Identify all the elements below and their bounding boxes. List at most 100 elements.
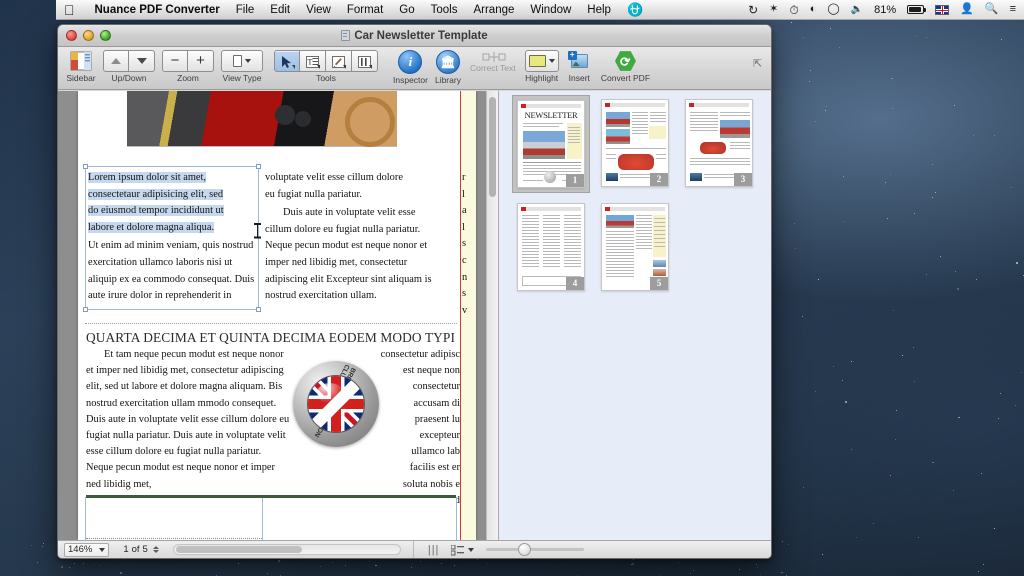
resize-handle-bottom-right[interactable]: [256, 307, 261, 312]
time-machine-icon[interactable]: ↻: [748, 4, 758, 16]
thumbnail-page-5-preview: 5: [601, 203, 669, 291]
select-tool-button[interactable]: [274, 50, 300, 72]
convert-pdf-toolbar-button[interactable]: ⟳ Convert PDF: [601, 50, 650, 83]
library-toolbar-button[interactable]: 🏛 Library: [435, 50, 461, 85]
lower-column-left[interactable]: Et tam neque pecun modut est neque nonor…: [86, 347, 290, 493]
wifi-icon[interactable]: ◐: [810, 4, 817, 15]
document-pane[interactable]: Lorem ipsum dolor sit amet, consectetaur…: [58, 91, 498, 540]
thumbnail-pane[interactable]: NEWSLETTER 1 2 3 4 5: [498, 91, 771, 540]
menu-edit[interactable]: Edit: [262, 0, 298, 20]
body-column-left[interactable]: Lorem ipsum dolor sit amet, consectetaur…: [88, 170, 256, 305]
shape-tool-button[interactable]: [352, 50, 378, 72]
thumbnail-page-4[interactable]: 4: [517, 203, 585, 291]
notification-center-icon[interactable]: ≡: [1010, 4, 1016, 15]
menu-format[interactable]: Format: [339, 0, 391, 20]
insert-toolbar-button[interactable]: + Insert: [567, 50, 590, 83]
lower-right-line-7: ullamco lab: [411, 446, 460, 458]
menu-app-name[interactable]: Nuance PDF Converter: [87, 0, 228, 20]
updown-toolbar-button[interactable]: Up/Down: [103, 50, 155, 83]
inspector-toolbar-label: Inspector: [393, 75, 428, 85]
document-page[interactable]: Lorem ipsum dolor sit amet, consectetaur…: [78, 91, 476, 540]
thumbnail-page-2[interactable]: 2: [601, 99, 669, 189]
columns-icon[interactable]: |||: [428, 544, 440, 556]
zoom-level-dropdown[interactable]: 146%: [64, 542, 110, 557]
resize-handle-bottom-left[interactable]: [83, 307, 88, 312]
script-menu-icon[interactable]: ⛎: [619, 0, 651, 20]
column-shape-icon: [358, 55, 372, 69]
body-column-right[interactable]: voluptate velit esse cillum dolore eu fu…: [265, 170, 433, 305]
viewtype-dropdown[interactable]: [221, 50, 263, 72]
bluetooth-icon[interactable]: ✶: [769, 4, 778, 15]
resize-handle-top-right[interactable]: [256, 164, 261, 169]
zoom-out-button[interactable]: −: [162, 50, 188, 72]
correct-text-toolbar-button[interactable]: Correct Text: [470, 50, 516, 73]
battery-percent-label: 81%: [874, 3, 897, 16]
view-mode-dropdown[interactable]: [450, 544, 475, 555]
sidebar-toolbar-button[interactable]: Sidebar: [66, 50, 96, 83]
selected-paragraph[interactable]: Lorem ipsum dolor sit amet, consectetaur…: [88, 170, 256, 236]
horizontal-scrollbar-thumb[interactable]: [175, 546, 302, 553]
bottom-table-box[interactable]: QUARTA DECIMA ET QUINT: [85, 495, 457, 540]
body-paragraph-right[interactable]: Duis aute in voluptate velit esse cillum…: [265, 205, 433, 305]
application-window: Car Newsletter Template Sidebar Up/Down …: [57, 24, 772, 559]
spotlight-search-icon[interactable]: 🔍: [985, 4, 999, 15]
menu-view[interactable]: View: [298, 0, 339, 20]
correct-text-icon: [482, 50, 506, 62]
inspector-toolbar-button[interactable]: i Inspector: [393, 50, 428, 85]
lower-right-line-9: soluta nobis e: [402, 478, 460, 490]
draw-tool-button[interactable]: [326, 50, 352, 72]
volume-icon[interactable]: 🔈: [851, 4, 863, 15]
selected-line-3[interactable]: do eiusmod tempor incididunt ut: [88, 205, 224, 217]
battery-icon[interactable]: [907, 5, 927, 14]
menu-file[interactable]: File: [228, 0, 263, 20]
window-title-text: Car Newsletter Template: [354, 29, 488, 42]
menu-tools[interactable]: Tools: [423, 0, 466, 20]
insert-image-icon: +: [567, 51, 588, 68]
menu-arrange[interactable]: Arrange: [465, 0, 522, 20]
page-stepper[interactable]: [152, 546, 159, 553]
car-club-badge[interactable]: NORTHEAST BRITISH CAR CLUB: [293, 361, 379, 447]
viewtype-toolbar-button[interactable]: View Type: [221, 50, 263, 83]
zoom-in-button[interactable]: +: [188, 50, 214, 72]
slider-knob[interactable]: [518, 543, 532, 556]
thumbnail-page-number: 1: [566, 174, 584, 187]
messages-icon[interactable]: ◯: [827, 4, 839, 15]
resize-handle-top-left[interactable]: [83, 164, 88, 169]
highlight-toolbar-button[interactable]: Highlight: [524, 50, 559, 83]
thumbnail-size-slider[interactable]: [486, 543, 585, 556]
text-tool-button[interactable]: T: [300, 50, 326, 72]
selected-line-2[interactable]: consectetaur adipisicing elit, sed: [88, 188, 224, 200]
continued-lines[interactable]: voluptate velit esse cillum dolore eu fu…: [265, 170, 433, 203]
ystrip-char-4: l: [462, 221, 465, 233]
page-indicator[interactable]: 1 of 5: [123, 544, 159, 555]
fullscreen-icon[interactable]: ⇱: [753, 59, 764, 70]
menu-window[interactable]: Window: [522, 0, 579, 20]
window-title-bar[interactable]: Car Newsletter Template: [58, 25, 771, 47]
hero-photo[interactable]: [127, 91, 397, 147]
page-down-button[interactable]: [129, 50, 155, 72]
page-up-button[interactable]: [103, 50, 129, 72]
highlight-dropdown[interactable]: [524, 50, 559, 72]
input-source-flag-icon[interactable]: [935, 4, 950, 15]
body-paragraph-left[interactable]: Ut enim ad minim veniam, quis nostrud ex…: [88, 238, 256, 304]
thumbnail-page-3[interactable]: 3: [685, 99, 753, 189]
section-headline[interactable]: QUARTA DECIMA ET QUINTA DECIMA EODEM MOD…: [86, 330, 460, 346]
tools-toolbar-button[interactable]: T Tools: [274, 50, 378, 83]
selected-line-4[interactable]: labore et dolore magna aliqua.: [88, 221, 215, 233]
continued-line-1: voluptate velit esse cillum dolore: [265, 172, 403, 183]
horizontal-scrollbar[interactable]: [172, 544, 401, 555]
menu-help[interactable]: Help: [579, 0, 619, 20]
selected-line-1[interactable]: Lorem ipsum dolor sit amet,: [88, 172, 207, 183]
menu-bar-left:  Nuance PDF Converter File Edit View Fo…: [56, 0, 651, 19]
document-vertical-scrollbar[interactable]: [486, 91, 498, 540]
user-account-icon[interactable]: 👤: [960, 4, 974, 15]
thumbnail-page-5[interactable]: 5: [601, 203, 669, 291]
document-scrollbar-thumb[interactable]: [489, 97, 496, 197]
apple-logo-icon[interactable]: : [64, 3, 75, 17]
zoom-toolbar-button[interactable]: − + Zoom: [162, 50, 214, 83]
thumbnail-page-1[interactable]: NEWSLETTER 1: [512, 95, 590, 193]
menu-go[interactable]: Go: [391, 0, 422, 20]
table-top-rule: [86, 495, 456, 498]
thumbnail-page-4-preview: 4: [517, 203, 585, 291]
clock-icon[interactable]: ⏱: [789, 4, 798, 16]
